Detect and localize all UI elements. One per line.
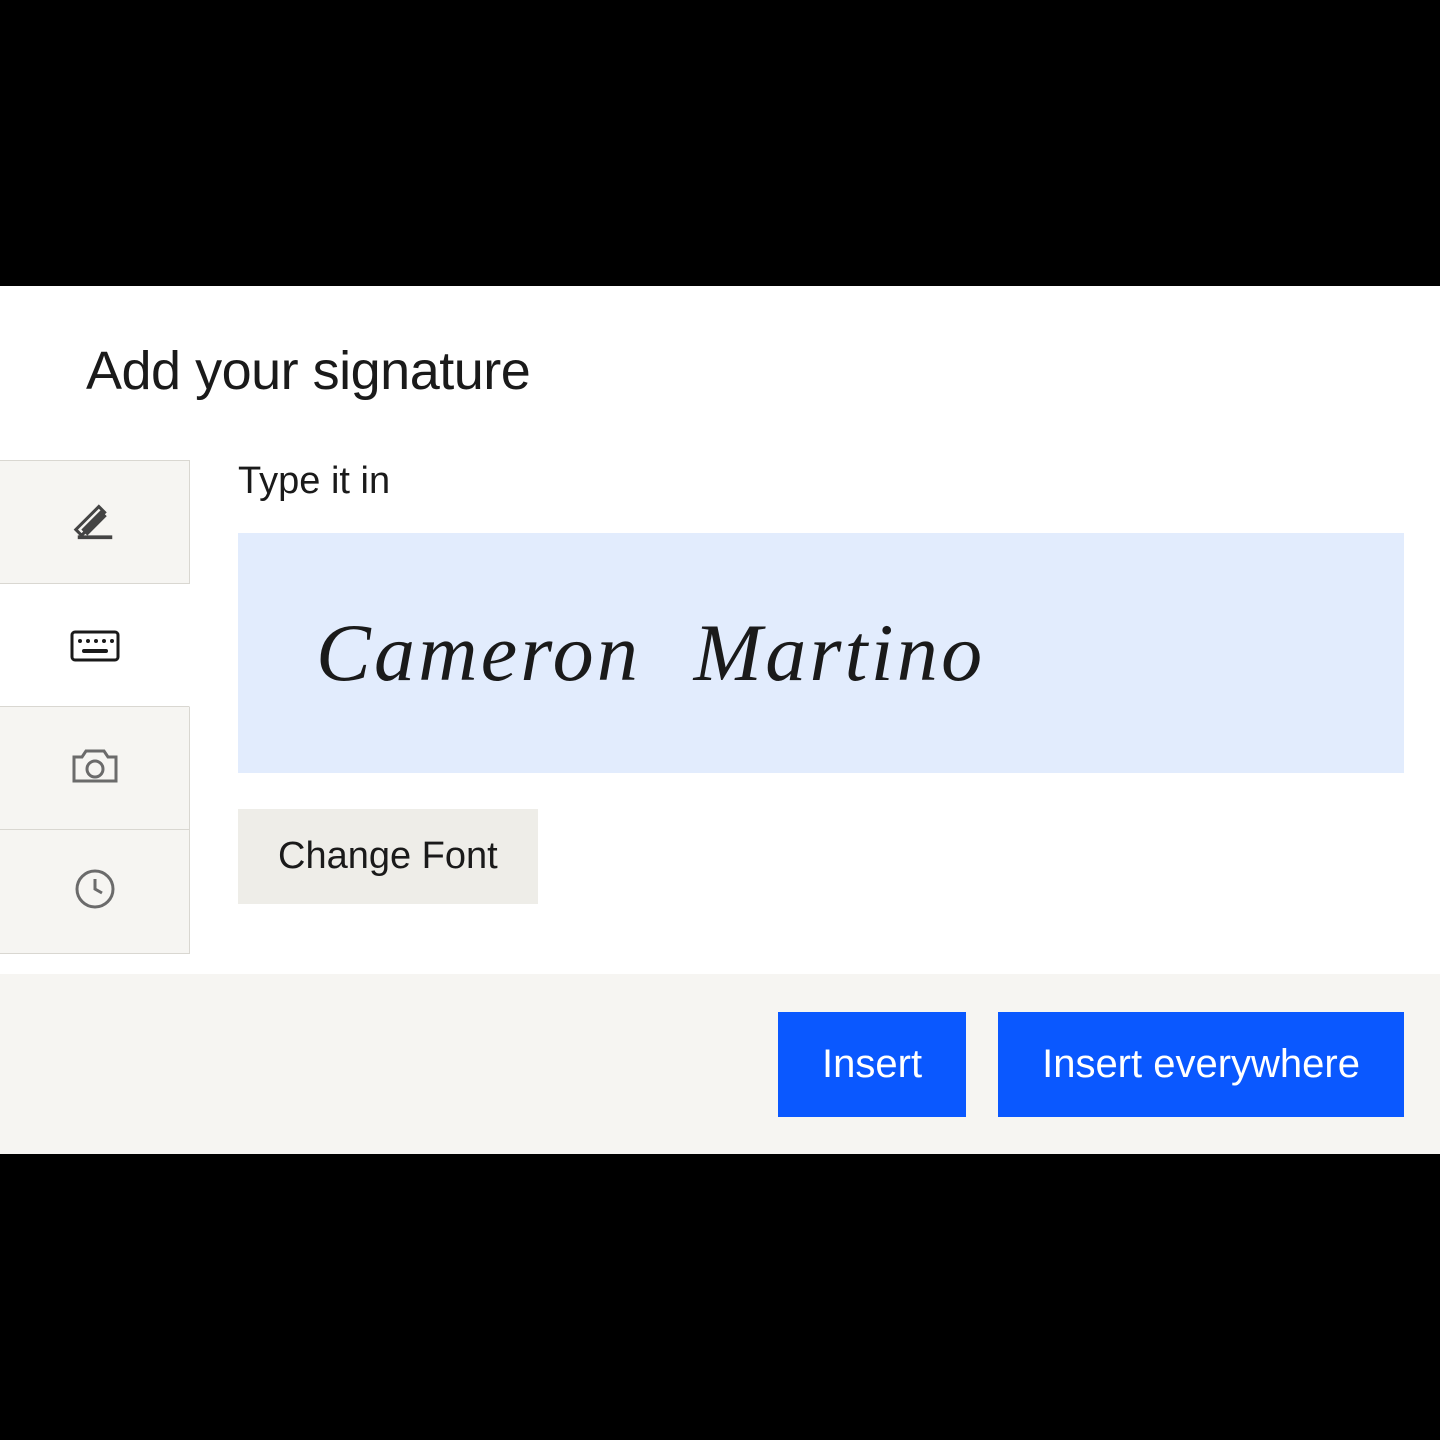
sidebar-item-photo[interactable] bbox=[0, 707, 189, 830]
change-font-label: Change Font bbox=[278, 835, 498, 877]
insert-button[interactable]: Insert bbox=[778, 1012, 966, 1117]
camera-icon bbox=[70, 745, 120, 792]
keyboard-icon bbox=[70, 624, 120, 667]
sidebar-item-draw[interactable] bbox=[0, 461, 189, 584]
dialog-title: Add your signature bbox=[86, 340, 530, 402]
signature-input[interactable]: Cameron Martino bbox=[238, 533, 1404, 773]
type-tab-content: Type it in Cameron Martino Change Font bbox=[238, 460, 1404, 904]
signature-mode-sidebar bbox=[0, 460, 190, 954]
clock-icon bbox=[73, 867, 117, 916]
insert-everywhere-button[interactable]: Insert everywhere bbox=[998, 1012, 1404, 1117]
type-heading: Type it in bbox=[238, 460, 1404, 503]
dialog-footer: Insert Insert everywhere bbox=[0, 974, 1440, 1154]
sidebar-item-recent[interactable] bbox=[0, 830, 189, 953]
pen-icon bbox=[72, 497, 118, 548]
sidebar-item-type[interactable] bbox=[0, 584, 190, 707]
signature-text-value: Cameron Martino bbox=[316, 606, 985, 700]
signature-dialog: Add your signature bbox=[0, 286, 1440, 1154]
change-font-button[interactable]: Change Font bbox=[238, 809, 538, 904]
